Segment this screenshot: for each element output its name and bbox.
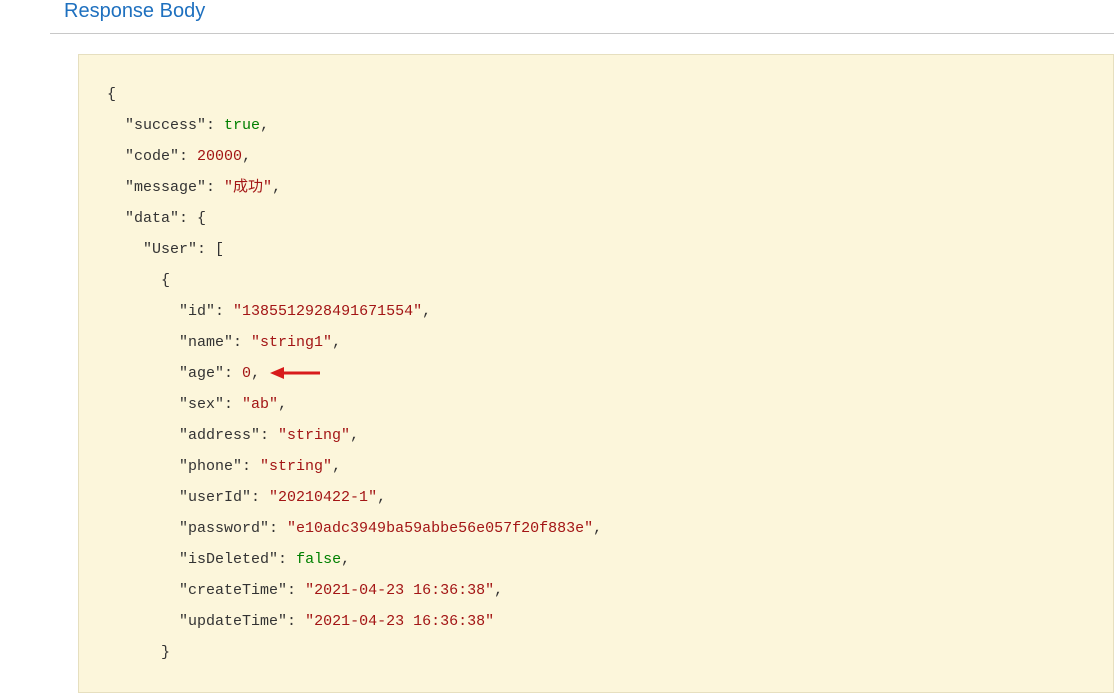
json-line: { <box>107 79 1085 110</box>
response-body-panel: Response Body { "success": true, "code":… <box>0 0 1114 693</box>
json-value: "2021-04-23 16:36:38" <box>305 613 494 630</box>
json-line-highlighted: "age": 0, <box>107 358 1085 389</box>
json-line: "isDeleted": false, <box>107 544 1085 575</box>
json-line: } <box>107 637 1085 668</box>
json-value: "20210422-1" <box>269 489 377 506</box>
json-line: "updateTime": "2021-04-23 16:36:38" <box>107 606 1085 637</box>
json-line: "sex": "ab", <box>107 389 1085 420</box>
json-value: "ab" <box>242 396 278 413</box>
json-line: "User": [ <box>107 234 1085 265</box>
json-line: "userId": "20210422-1", <box>107 482 1085 513</box>
json-value: "1385512928491671554" <box>233 303 422 320</box>
json-line: "success": true, <box>107 110 1085 141</box>
json-key: "updateTime" <box>179 613 287 630</box>
json-key: "password" <box>179 520 269 537</box>
json-line: "name": "string1", <box>107 327 1085 358</box>
json-key: "data" <box>125 210 179 227</box>
json-value: 0 <box>242 365 251 382</box>
json-value: "成功" <box>224 179 272 196</box>
json-key: "phone" <box>179 458 242 475</box>
json-line: "phone": "string", <box>107 451 1085 482</box>
json-key: "name" <box>179 334 233 351</box>
json-key: "id" <box>179 303 215 320</box>
json-value: 20000 <box>197 148 242 165</box>
json-line: "address": "string", <box>107 420 1085 451</box>
json-key: "code" <box>125 148 179 165</box>
json-value: true <box>224 117 260 134</box>
json-line: "data": { <box>107 203 1085 234</box>
json-line: "message": "成功", <box>107 172 1085 203</box>
json-line: "createTime": "2021-04-23 16:36:38", <box>107 575 1085 606</box>
json-key: "address" <box>179 427 260 444</box>
json-value: false <box>296 551 341 568</box>
json-key: "userId" <box>179 489 251 506</box>
annotation-arrow-icon <box>270 365 320 381</box>
json-line: "code": 20000, <box>107 141 1085 172</box>
json-value: "2021-04-23 16:36:38" <box>305 582 494 599</box>
json-value: "e10adc3949ba59abbe56e057f20f883e" <box>287 520 593 537</box>
json-key: "createTime" <box>179 582 287 599</box>
json-value: "string" <box>278 427 350 444</box>
json-key: "sex" <box>179 396 224 413</box>
json-key: "success" <box>125 117 206 134</box>
json-line: "password": "e10adc3949ba59abbe56e057f20… <box>107 513 1085 544</box>
json-value: "string" <box>260 458 332 475</box>
json-line: { <box>107 265 1085 296</box>
json-line: "id": "1385512928491671554", <box>107 296 1085 327</box>
json-key: "isDeleted" <box>179 551 278 568</box>
json-value: "string1" <box>251 334 332 351</box>
code-block: { "success": true, "code": 20000, "messa… <box>78 54 1114 693</box>
json-key: "User" <box>143 241 197 258</box>
json-key: "age" <box>179 365 224 382</box>
section-title: Response Body <box>50 0 1114 34</box>
json-key: "message" <box>125 179 206 196</box>
